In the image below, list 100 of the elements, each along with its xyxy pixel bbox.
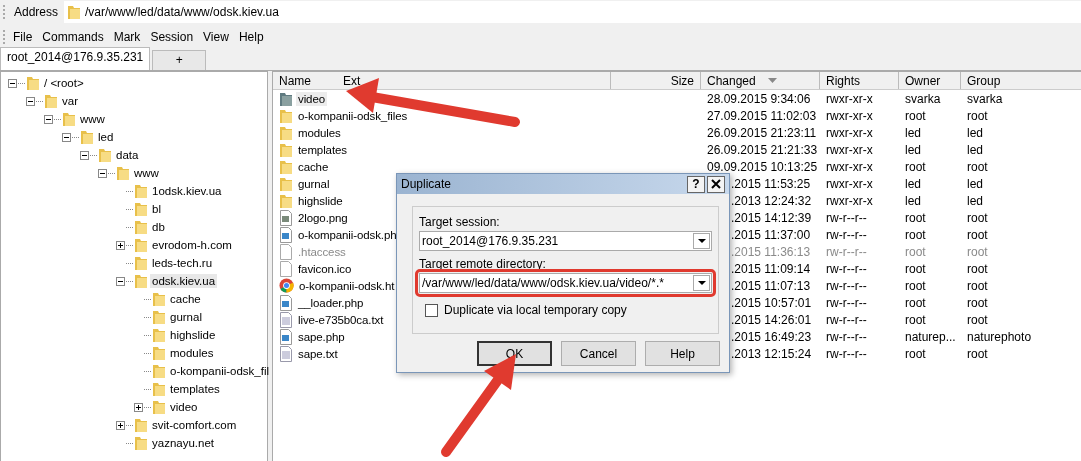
table-cell: 28.09.2015 9:34:06 [707, 91, 811, 106]
combo-box[interactable]: root_2014@176.9.35.231 [419, 231, 712, 251]
tree-item[interactable]: yaznayu.net [150, 436, 216, 450]
file-name[interactable]: highslide [296, 193, 345, 208]
help-button[interactable]: ? [687, 175, 705, 193]
column-header[interactable]: Owner [899, 72, 961, 89]
file-name[interactable]: sape.php [296, 329, 347, 344]
table-cell: rwxr-xr-x [826, 125, 873, 140]
collapse-icon[interactable] [8, 78, 17, 88]
script-file-icon [279, 294, 293, 311]
folder-icon [116, 165, 130, 181]
column-header[interactable]: Rights [820, 72, 899, 89]
tree-item[interactable]: var [60, 94, 80, 108]
file-name[interactable]: sape.txt [296, 346, 340, 361]
file-name[interactable]: cache [296, 159, 331, 174]
folder-icon [279, 90, 293, 107]
file-name[interactable]: live-e735b0ca.txt [296, 312, 386, 327]
table-cell: 26.09.2015 21:21:33 [707, 142, 818, 157]
tree-item[interactable]: cache [168, 292, 203, 306]
tree-item[interactable]: svit-comfort.com [150, 418, 239, 432]
file-name[interactable]: o-kompanii-odsk_files [296, 108, 410, 123]
table-cell: root [967, 159, 988, 174]
table-cell: rw-r--r-- [826, 312, 867, 327]
menu-item[interactable]: View [198, 28, 234, 46]
table-cell: .2015 14:12:39 [731, 210, 812, 225]
session-tab[interactable]: + [152, 50, 207, 70]
folder-icon [98, 147, 112, 163]
field-label: Target remote directory: [419, 257, 547, 271]
folder-icon [152, 309, 166, 325]
dialog-button[interactable]: Cancel [561, 341, 636, 366]
collapse-icon[interactable] [44, 114, 53, 124]
field-label: Target session: [419, 215, 501, 229]
tree-item[interactable]: data [114, 148, 141, 162]
tree-item[interactable]: odsk.kiev.ua [150, 274, 218, 288]
tree-item[interactable]: modules [168, 346, 216, 360]
tree-item[interactable]: leds-tech.ru [150, 256, 215, 270]
column-header[interactable]: Group [961, 72, 1081, 89]
collapse-icon[interactable] [98, 168, 107, 178]
expand-icon[interactable] [116, 240, 125, 250]
close-button[interactable] [707, 175, 725, 193]
collapse-icon[interactable] [62, 132, 71, 142]
file-name[interactable]: modules [296, 125, 343, 140]
file-name[interactable]: __loader.php [296, 295, 366, 310]
tree-item[interactable]: / <root> [42, 76, 86, 90]
file-name[interactable]: .htaccess [296, 244, 348, 259]
session-tab[interactable]: root_2014@176.9.35.231 [0, 47, 151, 70]
tree-item[interactable]: www [132, 166, 161, 180]
column-header[interactable]: Changed [701, 72, 820, 89]
file-name[interactable]: o-kompanii-odsk.ht [297, 278, 397, 293]
tree-item[interactable]: gurnal [168, 310, 204, 324]
expand-icon[interactable] [134, 402, 143, 412]
expand-icon[interactable] [116, 420, 125, 430]
checkbox[interactable] [425, 303, 438, 317]
menu-item[interactable]: Commands [37, 28, 109, 46]
folder-icon [279, 158, 293, 175]
file-name[interactable]: favicon.ico [296, 261, 354, 276]
file-name[interactable]: o-kompanii-odsk.ph [296, 227, 399, 242]
tree-item[interactable]: db [150, 220, 167, 234]
column-header[interactable]: Name [273, 72, 337, 89]
table-cell: rwxr-xr-x [826, 91, 873, 106]
collapse-icon[interactable] [26, 96, 35, 106]
table-cell: 27.09.2015 11:02:03 [707, 108, 817, 123]
table-cell: rw-r--r-- [826, 244, 867, 259]
tree-item[interactable]: evrodom-h.com [150, 238, 234, 252]
text-file-icon [279, 345, 293, 362]
table-cell: .2015 16:49:23 [731, 329, 812, 344]
table-cell: root [905, 346, 926, 361]
collapse-icon[interactable] [80, 150, 89, 160]
file-name[interactable]: gurnal [296, 176, 332, 191]
tree-item[interactable]: www [78, 112, 107, 126]
tree-item[interactable]: templates [168, 382, 222, 396]
combo-box[interactable]: /var/www/led/data/www/odsk.kiev.ua/video/*.* [419, 273, 712, 293]
table-cell: rw-r--r-- [826, 329, 867, 344]
file-name[interactable]: video [296, 91, 327, 106]
tree-item[interactable]: highslide [168, 328, 218, 342]
tree-item[interactable]: o-kompanii-odsk_fil [168, 364, 272, 378]
menu-item[interactable]: Mark [108, 28, 146, 46]
table-cell: rw-r--r-- [826, 346, 867, 361]
collapse-icon[interactable] [116, 276, 125, 286]
table-cell: .2015 11:53:25 [731, 176, 811, 191]
table-cell: .2015 11:37:00 [731, 227, 811, 242]
table-cell: root [905, 278, 926, 293]
tree-item[interactable]: 1odsk.kiev.ua [150, 184, 224, 198]
tree-item[interactable]: led [96, 130, 116, 144]
folder-icon [67, 4, 82, 20]
file-name[interactable]: templates [296, 142, 349, 157]
menu-item[interactable]: File [8, 28, 38, 46]
dialog-title: Duplicate [401, 177, 453, 191]
column-header[interactable]: Size [611, 72, 701, 89]
folder-icon [134, 273, 148, 289]
tree-item[interactable]: bl [150, 202, 163, 216]
file-icon [279, 243, 293, 260]
table-cell: rwxr-xr-x [826, 142, 873, 157]
dialog-button[interactable]: Help [645, 341, 720, 366]
address-field[interactable]: /var/www/led/data/www/odsk.kiev.ua [64, 1, 1081, 23]
table-cell: led [967, 176, 983, 191]
menu-item[interactable]: Help [233, 28, 269, 46]
menu-item[interactable]: Session [145, 28, 199, 46]
tree-item[interactable]: video [168, 400, 200, 414]
file-name[interactable]: 2logo.png [296, 210, 350, 225]
